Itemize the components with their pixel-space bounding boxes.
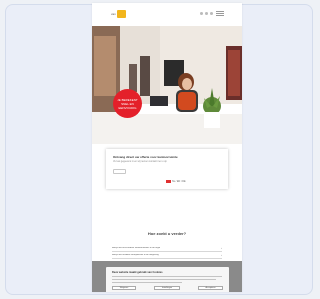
form-title: Ontvang direct uw offerte voor kantoorru… [113,155,178,159]
cookie-text-line [112,282,182,283]
form-subtitle: Vul uw gegevens in en wij nemen contact … [113,160,167,163]
hero-badge[interactable]: JE BEREKENT SNEL EN EENVOUDIG [113,89,142,118]
flag-icon [166,179,171,183]
link-item[interactable]: Bekijk alle beschikbare kantoorruimtes i… [112,245,222,252]
cookie-settings-button[interactable]: Instellingen [154,286,180,290]
cookie-accept-button[interactable]: Accepteren [198,286,223,290]
link-item[interactable]: Bekijk alle flexibele werkplekken in de … [112,252,222,259]
header-icons [200,12,213,15]
cookie-banner: Deze website maakt gebruik van Cookies W… [106,267,229,292]
website-page: van JE BEREKENT SNEL EN EENVOUDIG Ontvan… [92,3,242,292]
language-icon[interactable] [200,12,203,15]
cookie-decline-button[interactable]: Weigeren [112,286,136,290]
link-item-label: Bekijk alle flexibele werkplekken in de … [112,254,159,256]
logo-mark-icon [116,10,126,18]
phone-icon[interactable] [205,12,208,15]
cookie-text-line [112,276,222,277]
postcode-input[interactable] [113,169,126,174]
cookie-text-line [112,279,216,280]
chevron-right-icon: › [221,253,222,257]
links-section-title: Hoe zoekt u verder? [147,231,187,236]
hero-image: JE BEREKENT SNEL EN EENVOUDIG [92,26,242,144]
office-photo [92,26,242,144]
logo-text: van [111,12,116,16]
language-selector[interactable]: NL / EN / DE [166,179,186,183]
quote-form-card: Ontvang direct uw offerte voor kantoorru… [106,149,228,189]
hamburger-menu-icon[interactable] [216,11,224,16]
site-header: van [92,3,242,27]
link-item-label: Bekijk alle beschikbare kantoorruimtes i… [112,247,161,249]
cookie-title: Deze website maakt gebruik van Cookies [112,271,163,274]
chevron-right-icon: › [221,246,222,250]
site-logo[interactable]: van [111,8,126,20]
language-selector-label: NL / EN / DE [172,179,186,183]
search-icon[interactable] [210,12,213,15]
hero-badge-line-3: EENVOUDIG [118,105,137,110]
